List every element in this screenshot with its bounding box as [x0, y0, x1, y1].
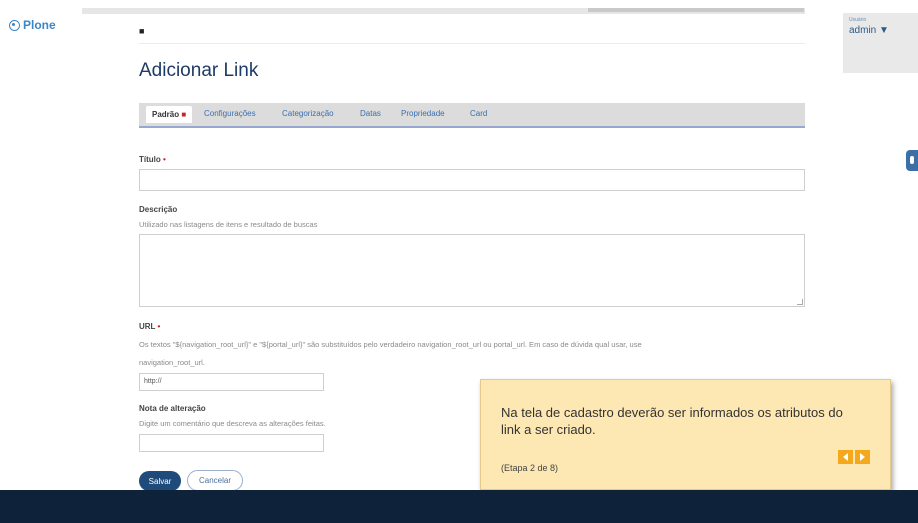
url-help-line2: navigation_root_url.: [139, 358, 205, 367]
description-textarea[interactable]: [139, 234, 805, 307]
description-label: Descrição: [139, 205, 178, 214]
tab-padrao-label: Padrão: [152, 110, 180, 119]
top-strip-highlight: [588, 8, 804, 12]
change-note-label: Nota de alteração: [139, 404, 206, 413]
change-note-input[interactable]: [139, 434, 324, 452]
plone-logo[interactable]: Plone: [9, 18, 56, 32]
user-name[interactable]: admin ▼: [849, 25, 889, 36]
side-handle-icon[interactable]: [906, 150, 918, 171]
change-note-help: Digite um comentário que descreva as alt…: [139, 419, 326, 428]
cancel-button[interactable]: Cancelar: [187, 470, 243, 491]
guide-tooltip: Na tela de cadastro deverão ser informad…: [480, 379, 891, 490]
next-button[interactable]: [855, 450, 870, 464]
tab-bar: Padrão ■ Configurações Categorização Dat…: [139, 103, 805, 128]
left-rail: Plone: [0, 0, 82, 490]
tooltip-text: Na tela de cadastro deverão ser informad…: [501, 405, 843, 437]
title-input[interactable]: [139, 169, 805, 191]
url-help-line1: Os textos "${navigation_root_url}" e "${…: [139, 340, 642, 349]
required-icon: ■: [181, 110, 187, 119]
tooltip-nav: [838, 450, 870, 464]
url-label: URL •: [139, 322, 160, 331]
brand-name: Plone: [23, 18, 56, 32]
url-input[interactable]: http://: [139, 373, 324, 391]
save-button[interactable]: Salvar: [139, 471, 181, 491]
required-dot: •: [157, 322, 161, 331]
home-icon[interactable]: ■: [139, 26, 144, 36]
prev-button[interactable]: [838, 450, 853, 464]
arrow-right-icon: [860, 453, 865, 461]
url-label-text: URL: [139, 322, 156, 331]
title-label: Título •: [139, 155, 166, 164]
user-caption: Usuário: [849, 17, 867, 23]
tab-propriedade[interactable]: Propriedade: [401, 109, 445, 118]
tab-padrao[interactable]: Padrão ■: [146, 106, 193, 123]
page-title: Adicionar Link: [139, 60, 259, 81]
arrow-left-icon: [843, 453, 848, 461]
title-label-text: Título: [139, 155, 161, 164]
tab-card[interactable]: Card: [470, 109, 487, 118]
plone-logo-icon: [9, 19, 20, 31]
tab-configuracoes[interactable]: Configurações: [204, 109, 256, 118]
tooltip-step: (Etapa 2 de 8): [501, 463, 559, 473]
user-menu[interactable]: Usuário admin ▼: [843, 13, 918, 73]
tab-datas[interactable]: Datas: [360, 109, 381, 118]
footer: [0, 490, 918, 523]
description-help: Utilizado nas listagens de itens e resul…: [139, 220, 318, 229]
resize-grip-icon[interactable]: [797, 299, 803, 305]
tab-categorizacao[interactable]: Categorização: [282, 109, 334, 118]
required-dot: •: [163, 155, 166, 164]
breadcrumb-divider: [139, 43, 805, 44]
